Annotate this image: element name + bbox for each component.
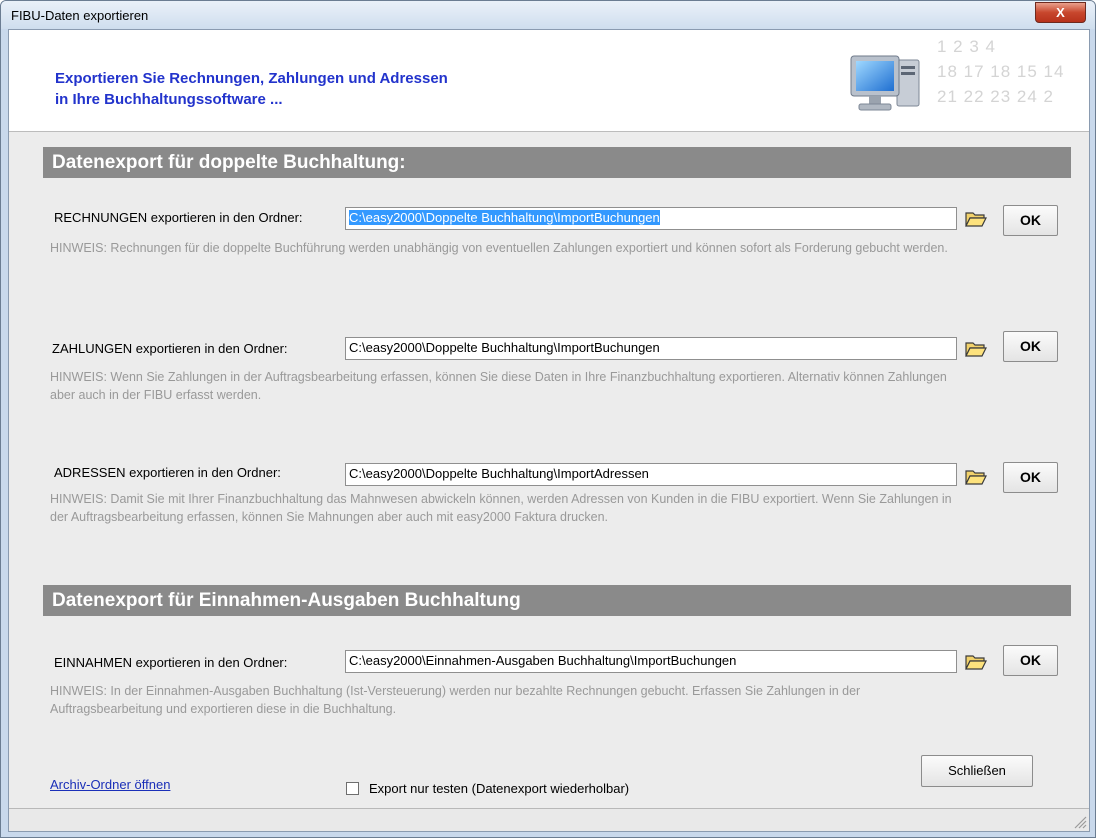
einnahmen-folder-icon[interactable] xyxy=(965,653,987,671)
resize-grip-icon[interactable] xyxy=(1073,815,1087,829)
rechnungen-path-text: C:\easy2000\Doppelte Buchhaltung\ImportB… xyxy=(349,210,660,225)
zahlungen-ok-button[interactable]: OK xyxy=(1003,331,1058,362)
test-export-label[interactable]: Export nur testen (Datenexport wiederhol… xyxy=(369,781,629,796)
einnahmen-hint: HINWEIS: In der Einnahmen-Ausgaben Buchh… xyxy=(50,684,861,716)
rechnungen-hint: HINWEIS: Rechnungen für die doppelte Buc… xyxy=(50,241,948,255)
rechnungen-path-input[interactable]: C:\easy2000\Doppelte Buchhaltung\ImportB… xyxy=(345,207,957,230)
adressen-path-input[interactable]: C:\easy2000\Doppelte Buchhaltung\ImportA… xyxy=(345,463,957,486)
calendar-row-1: 1 2 3 4 xyxy=(937,37,996,56)
dialog-window: FIBU-Daten exportieren X Exportieren Sie… xyxy=(0,0,1096,838)
rechnungen-ok-button[interactable]: OK xyxy=(1003,205,1058,236)
adressen-hint: HINWEIS: Damit Sie mit Ihrer Finanzbuchh… xyxy=(50,492,952,524)
header-banner: Exportieren Sie Rechnungen, Zahlungen un… xyxy=(9,30,1089,132)
banner-line-1: Exportieren Sie Rechnungen, Zahlungen un… xyxy=(55,70,448,87)
adressen-folder-icon[interactable] xyxy=(965,468,987,486)
adressen-ok-button[interactable]: OK xyxy=(1003,462,1058,493)
close-window-button[interactable]: X xyxy=(1035,2,1086,23)
calendar-row-3: 21 22 23 24 2 xyxy=(937,87,1054,106)
title-bar[interactable]: FIBU-Daten exportieren X xyxy=(1,1,1095,29)
section-header-double-accounting: Datenexport für doppelte Buchhaltung: xyxy=(43,147,1071,178)
zahlungen-label: ZAHLUNGEN exportieren in den Ordner: xyxy=(52,341,288,356)
window-title: FIBU-Daten exportieren xyxy=(11,8,149,23)
zahlungen-path-input[interactable]: C:\easy2000\Doppelte Buchhaltung\ImportB… xyxy=(345,337,957,360)
computer-monitor-icon xyxy=(850,55,920,111)
einnahmen-ok-button[interactable]: OK xyxy=(1003,645,1058,676)
dialog-content: Exportieren Sie Rechnungen, Zahlungen un… xyxy=(8,29,1090,832)
test-export-checkbox[interactable] xyxy=(346,782,359,795)
close-dialog-button[interactable]: Schließen xyxy=(921,755,1033,787)
einnahmen-label: EINNAHMEN exportieren in den Ordner: xyxy=(54,655,288,670)
status-bar xyxy=(9,808,1089,831)
calendar-watermark: 1 2 3 4 18 17 18 15 14 21 22 23 24 2 xyxy=(937,34,1089,109)
section-header-income-expense: Datenexport für Einnahmen-Ausgaben Buchh… xyxy=(43,585,1071,616)
zahlungen-hint: HINWEIS: Wenn Sie Zahlungen in der Auftr… xyxy=(50,370,947,402)
archive-folder-link[interactable]: Archiv-Ordner öffnen xyxy=(50,777,170,792)
rechnungen-label: RECHNUNGEN exportieren in den Ordner: xyxy=(54,210,303,225)
einnahmen-path-input[interactable]: C:\easy2000\Einnahmen-Ausgaben Buchhaltu… xyxy=(345,650,957,673)
adressen-label: ADRESSEN exportieren in den Ordner: xyxy=(54,465,281,480)
calendar-row-2: 18 17 18 15 14 xyxy=(937,62,1065,81)
zahlungen-folder-icon[interactable] xyxy=(965,340,987,358)
rechnungen-folder-icon[interactable] xyxy=(965,210,987,228)
banner-headline: Exportieren Sie Rechnungen, Zahlungen un… xyxy=(55,68,448,110)
banner-line-2: in Ihre Buchhaltungssoftware ... xyxy=(55,91,283,108)
